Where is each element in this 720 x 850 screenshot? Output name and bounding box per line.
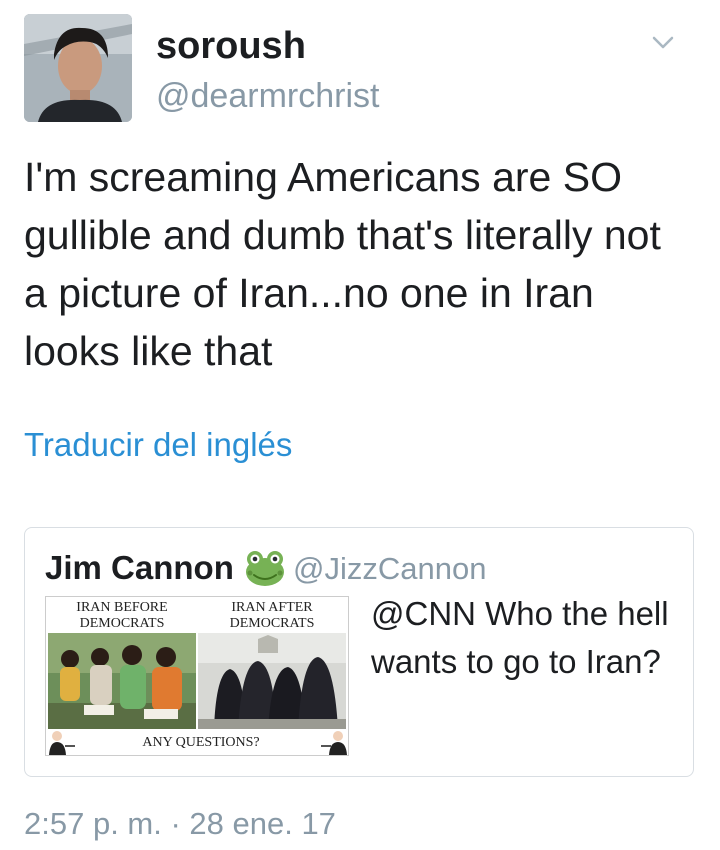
meme-presenter-right-icon [321,731,347,755]
meme-footer: ANY QUESTIONS? [142,735,260,750]
meme-label-before: IRAN BEFORE DEMOCRATS [76,600,168,631]
quoted-author-handle: @JizzCannon [293,551,487,586]
translate-link[interactable]: Traducir del inglés [24,423,292,467]
tweet-timestamp[interactable]: 2:57 p. m. · 28 ene. 17 [24,804,336,844]
meme-photo-before [48,633,196,729]
meme-presenter-left-icon [49,731,75,755]
quoted-author-name: Jim Cannon [45,549,234,586]
quoted-tweet-text: @CNN Who the hell wants to go to Iran? [371,595,669,680]
quoted-tweet-card[interactable]: Jim Cannon @JizzCannon IRAN BEFORE DEMOC… [24,527,694,777]
chevron-down-icon[interactable] [650,30,676,54]
author-handle[interactable]: @dearmrchrist [156,74,379,118]
frog-emoji-icon [246,551,284,586]
author-display-name[interactable]: soroush [156,22,306,70]
author-avatar[interactable] [24,14,132,122]
meme-label-after: IRAN AFTER DEMOCRATS [229,600,315,631]
tweet-text: I'm screaming Americans are SO gullible … [24,154,661,374]
quoted-tweet-image[interactable]: IRAN BEFORE DEMOCRATS IRAN AFTER DEMOCRA… [45,596,349,756]
profile-photo-icon [24,14,132,122]
meme-photo-after [198,633,346,729]
